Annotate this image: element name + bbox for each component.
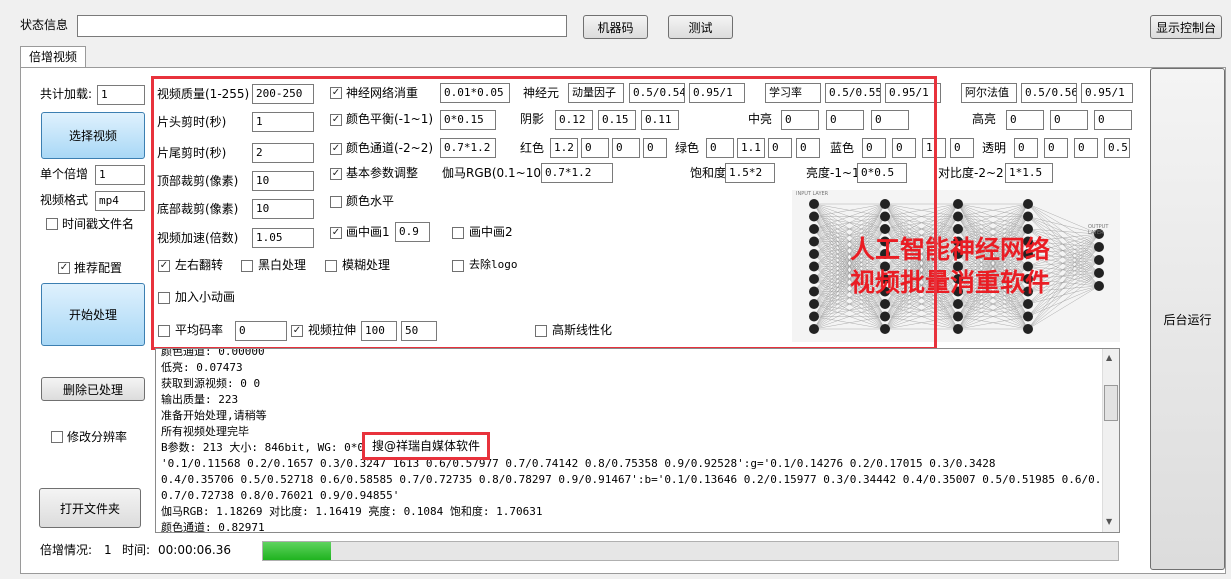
alpha-channel-field-2[interactable]: 0 <box>1044 138 1068 158</box>
log-line: 0.7/0.72738 0.8/0.76021 0.9/0.94855' <box>161 489 400 502</box>
timestamp-filename-checkbox[interactable] <box>46 218 58 230</box>
nn-node <box>1094 268 1104 278</box>
scroll-up-icon[interactable]: ▲ <box>1106 353 1112 362</box>
scroll-thumb[interactable] <box>1104 385 1118 421</box>
log-line: 输出质量: 223 <box>161 393 239 406</box>
highlight-label: 高亮 <box>972 112 997 126</box>
contrast-label: 对比度-2~2 <box>938 166 1004 180</box>
change-resolution-label: 修改分辨率 <box>67 430 128 444</box>
background-run-button[interactable]: 后台运行 <box>1150 68 1225 570</box>
contrast-field[interactable]: 1*1.5 <box>1005 163 1053 183</box>
timestamp-filename-label: 时间戳文件名 <box>62 217 135 231</box>
log-line: 低亮: 0.07473 <box>161 361 243 374</box>
start-processing-button[interactable]: 开始处理 <box>41 283 145 346</box>
log-line: '0.1/0.11568 0.2/0.1657 0.3/0.3247 1613 … <box>161 457 996 470</box>
nn-node <box>953 211 963 222</box>
nn-node <box>1023 211 1033 222</box>
watermark-text: 搜@祥瑞自媒体软件 <box>371 439 480 453</box>
nn-node <box>953 311 963 322</box>
alpha-channel-field-4[interactable]: 0.5 <box>1104 138 1130 158</box>
nn-node <box>1094 242 1104 252</box>
log-line: B参数: 213 大小: 846bit, WG: 0*0 .mp4 <box>161 441 398 454</box>
watermark-box: 搜@祥瑞自媒体软件 <box>362 432 490 460</box>
log-line: 获取到源视频: 0 0 <box>161 377 261 390</box>
multiplier-status-value: 1 <box>104 543 112 557</box>
tab-multiply-video[interactable]: 倍增视频 <box>20 46 86 68</box>
highlight-field-1[interactable]: 0 <box>1006 110 1044 130</box>
single-multiplier-field[interactable]: 1 <box>95 165 145 185</box>
nn-node <box>1094 281 1104 291</box>
nn-output-layer-label: OUTPUT LAYER <box>1088 224 1109 236</box>
blue-field-4[interactable]: 0 <box>950 138 974 158</box>
nn-node <box>1023 324 1033 334</box>
video-format-label: 视频格式 <box>40 193 89 207</box>
show-console-button[interactable]: 显示控制台 <box>1150 15 1222 39</box>
log-line: 颜色通道: 0.00000 <box>161 348 265 358</box>
progress-fill <box>263 542 332 560</box>
highlight-field-2[interactable]: 0 <box>1050 110 1088 130</box>
log-scrollbar[interactable]: ▲ ▼ <box>1102 349 1119 532</box>
time-label: 时间: <box>122 543 151 557</box>
single-multiplier-label: 单个倍增 <box>40 167 89 181</box>
machine-code-button[interactable]: 机器码 <box>583 15 648 39</box>
status-field[interactable] <box>77 15 567 37</box>
alpha-channel-label: 透明 <box>982 141 1007 155</box>
scroll-down-icon[interactable]: ▼ <box>1106 517 1112 526</box>
alpha-a-field[interactable]: 0.5/0.56 <box>1021 83 1077 103</box>
open-folder-button[interactable]: 打开文件夹 <box>39 488 141 528</box>
highlight-field-3[interactable]: 0 <box>1094 110 1132 130</box>
alpha-label: 阿尔法值 <box>961 83 1017 103</box>
alpha-channel-field-1[interactable]: 0 <box>1014 138 1038 158</box>
recommend-config-label: 推荐配置 <box>74 261 123 275</box>
log-line: 准备开始处理,请稍等 <box>161 409 267 422</box>
test-button[interactable]: 测试 <box>668 15 733 39</box>
log-line: 颜色通道: 0.82971 <box>161 521 265 533</box>
total-load-field[interactable]: 1 <box>97 85 145 105</box>
log-line: 0.4/0.35706 0.5/0.52718 0.6/0.58585 0.7/… <box>161 473 1120 486</box>
nn-node <box>1023 299 1033 309</box>
highlight-box <box>151 76 937 350</box>
total-load-label: 共计加载: <box>40 87 93 101</box>
status-label: 状态信息 <box>20 18 69 32</box>
alpha-channel-field-3[interactable]: 0 <box>1074 138 1098 158</box>
nn-node <box>1094 255 1104 265</box>
delete-processed-button[interactable]: 删除已处理 <box>41 377 145 401</box>
nn-node <box>1023 311 1033 322</box>
log-line: 所有视频处理完毕 <box>161 425 249 438</box>
alpha-b-field[interactable]: 0.95/1 <box>1081 83 1133 103</box>
change-resolution-checkbox[interactable] <box>51 431 63 443</box>
video-format-field[interactable]: mp4 <box>95 191 145 211</box>
select-video-button[interactable]: 选择视频 <box>41 112 145 159</box>
nn-node <box>953 324 963 334</box>
multiplier-status-label: 倍增情况: <box>40 543 93 557</box>
time-value: 00:00:06.36 <box>158 543 231 557</box>
nn-node <box>1023 199 1033 209</box>
nn-node <box>953 299 963 309</box>
recommend-config-checkbox[interactable]: ✓ <box>58 262 70 274</box>
nn-node <box>953 199 963 209</box>
log-line: 伽马RGB: 1.18269 对比度: 1.16419 亮度: 0.1084 饱… <box>161 505 543 518</box>
log-area[interactable]: 颜色通道: 0.00000 低亮: 0.07473 获取到源视频: 0 0 输出质量:… <box>155 348 1120 533</box>
progress-bar <box>262 541 1119 561</box>
